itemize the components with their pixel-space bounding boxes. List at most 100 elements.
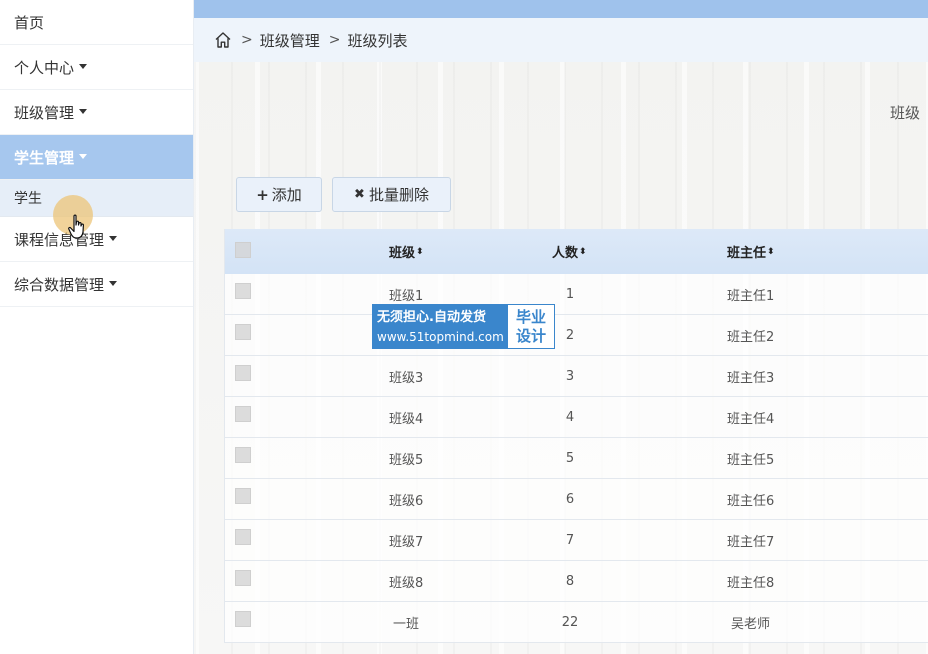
select-all-checkbox[interactable]	[235, 242, 251, 258]
sidebar-item-student-management[interactable]: 学生管理	[0, 135, 193, 180]
watermark-left: 无须担心.自动发货 www.51topmind.com	[373, 305, 508, 348]
cell-class: 班级3	[389, 356, 423, 396]
class-table: 班级⬍ 人数⬍ 班主任⬍ 班级11班主任1班级22班主任2班级33班主任3班级4…	[224, 229, 928, 643]
row-checkbox[interactable]	[235, 365, 251, 381]
cell-text: 班主任7	[727, 534, 775, 550]
cell-text: 4	[565, 409, 575, 425]
sort-icon: ⬍	[579, 246, 587, 257]
sidebar-item-label: 课程信息管理	[14, 230, 105, 249]
sidebar-item-course-management[interactable]: 课程信息管理	[0, 217, 193, 262]
column-header-label: 班主任	[727, 246, 767, 261]
watermark-text: 无须担心.自动发货	[377, 309, 486, 325]
sidebar-subitem-student[interactable]: 学生	[0, 180, 193, 217]
row-select-cell	[225, 315, 265, 355]
cell-text: 班主任6	[727, 493, 775, 509]
breadcrumb-separator: >	[328, 32, 341, 48]
row-checkbox[interactable]	[235, 488, 251, 504]
breadcrumb-class-list: 班级列表	[347, 31, 408, 50]
select-all-cell	[225, 229, 265, 274]
table-row[interactable]: 班级22班主任2	[225, 315, 928, 356]
sidebar-item-label: 学生管理	[14, 148, 75, 167]
cell-text: 班主任1	[727, 288, 775, 304]
breadcrumb-separator: >	[241, 32, 253, 48]
sidebar-item-label: 学生	[14, 191, 42, 207]
cell-class: 班级8	[389, 561, 423, 601]
table-row[interactable]: 一班 22 吴老师	[225, 602, 928, 643]
batch-delete-button[interactable]: ✖ 批量删除	[332, 177, 451, 212]
cell-teacher: 班主任2	[727, 315, 774, 355]
hand-cursor-icon	[68, 214, 85, 239]
column-header-label: 班级	[389, 246, 416, 261]
caret-down-icon	[109, 235, 118, 241]
main-content: 班级 + 添加 ✖ 批量删除 班级⬍ 人数⬍ 班主任⬍ 班级11班主任1班级22…	[194, 62, 928, 654]
sidebar-item-class-management[interactable]: 班级管理	[0, 90, 193, 135]
watermark-tag: 毕业	[515, 307, 546, 326]
table-row[interactable]: 班级6 6 班主任6	[225, 479, 928, 520]
cell-teacher: 班主任5	[727, 438, 774, 478]
caret-down-icon	[79, 108, 88, 114]
cell-count: 1	[565, 274, 575, 314]
cell-teacher: 班主任3	[727, 356, 774, 396]
table-row[interactable]: 班级3 3 班主任3	[225, 356, 928, 397]
table-row[interactable]: 班级8 8 班主任8	[225, 561, 928, 602]
cell-text: 班级7	[389, 534, 424, 550]
cell-class: 班级6	[389, 479, 423, 519]
add-button[interactable]: + 添加	[236, 177, 322, 212]
row-checkbox[interactable]	[235, 529, 251, 545]
row-select-cell	[225, 397, 265, 437]
cell-text: 3	[565, 368, 575, 384]
home-icon[interactable]	[214, 31, 232, 49]
column-header-teacher[interactable]: 班主任 ⬍	[727, 229, 775, 274]
sidebar-item-data-management[interactable]: 综合数据管理	[0, 262, 193, 307]
cell-count: 8	[565, 561, 575, 601]
cell-count: 22	[560, 602, 580, 642]
cell-text: 班主任3	[727, 370, 775, 386]
cell-count: 3	[565, 356, 575, 396]
cell-class: 班级5	[389, 438, 423, 478]
row-select-cell	[225, 438, 265, 478]
cell-text: 班级1	[389, 288, 424, 304]
cell-text: 22	[561, 614, 579, 630]
top-bar	[194, 0, 928, 18]
column-header-class[interactable]: 班级 ⬍	[389, 229, 424, 274]
cell-text: 班主任5	[727, 452, 775, 468]
row-checkbox[interactable]	[235, 570, 251, 586]
cell-text: 一班	[393, 616, 420, 632]
row-checkbox[interactable]	[235, 324, 251, 340]
row-checkbox[interactable]	[235, 611, 251, 627]
sidebar-item-home[interactable]: 首页	[0, 0, 193, 45]
row-checkbox[interactable]	[235, 283, 251, 299]
column-header-count[interactable]: 人数 ⬍	[552, 229, 587, 274]
sidebar-item-label: 综合数据管理	[14, 275, 105, 294]
cell-text: 班级8	[389, 575, 424, 591]
cell-text: 班级6	[389, 493, 424, 509]
sidebar-item-label: 班级管理	[14, 103, 75, 122]
table-row[interactable]: 班级4 4 班主任4	[225, 397, 928, 438]
cell-text: 班主任8	[727, 575, 775, 591]
row-select-cell	[225, 479, 265, 519]
watermark-tag: 设计	[515, 326, 546, 345]
cell-teacher: 班主任8	[727, 561, 774, 601]
cell-count: 6	[565, 479, 575, 519]
cell-text: 2	[565, 327, 575, 343]
sort-icon: ⬍	[416, 246, 424, 257]
cell-text: 班级3	[389, 370, 424, 386]
sidebar-item-label: 首页	[14, 13, 45, 32]
row-select-cell	[225, 274, 265, 314]
table-row[interactable]: 班级5 5 班主任5	[225, 438, 928, 479]
row-checkbox[interactable]	[235, 406, 251, 422]
watermark-url: www.51topmind.com	[377, 329, 504, 344]
breadcrumb-class-management[interactable]: 班级管理	[260, 30, 320, 51]
row-checkbox[interactable]	[235, 447, 251, 463]
table-row[interactable]: 班级1 1 班主任1	[225, 274, 928, 315]
caret-down-icon	[109, 280, 118, 286]
sidebar-item-personal-center[interactable]: 个人中心	[0, 45, 193, 90]
cell-teacher: 吴老师	[731, 602, 770, 642]
table-body: 班级11班主任1班级22班主任2班级33班主任3班级44班主任4班级55班主任5…	[225, 274, 928, 643]
cell-count: 4	[565, 397, 575, 437]
sidebar-item-label: 个人中心	[14, 58, 75, 77]
sort-icon: ⬍	[767, 246, 775, 257]
caret-down-icon	[79, 153, 88, 159]
cell-text: 吴老师	[731, 616, 771, 632]
table-row[interactable]: 班级7 7 班主任7	[225, 520, 928, 561]
